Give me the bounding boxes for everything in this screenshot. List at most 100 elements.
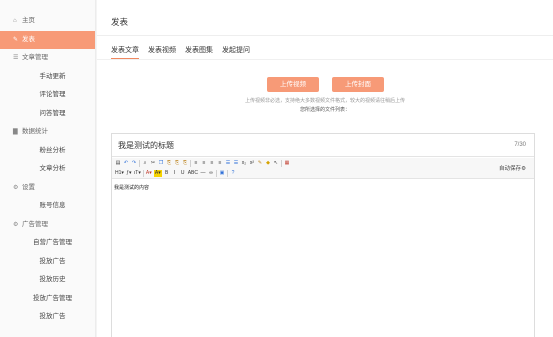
editor-content[interactable]: 我是测试的内容 xyxy=(114,184,149,191)
sidebar-item-publish[interactable]: ✎ 发表 xyxy=(0,30,95,49)
strikethrough-icon[interactable]: ABC xyxy=(188,170,198,177)
sidebar-item-label: 自营广告管理 xyxy=(33,239,72,246)
sidebar-item-label: 问答管理 xyxy=(39,109,66,117)
publish-tabs: 发表文章 发表视频 发表图集 发起提问 xyxy=(111,45,259,59)
toolbar-separator xyxy=(139,160,140,167)
article-editor: 我是测试的标题 7/30 ▤ ↶ ↷ ⌕ ✂ ❐ ⎘ ⎘ ⎘ ≡ ≡ ≡ ≡ ☰ ☰ x₂ x² ✎ ◆ ↖ ▦ H1▾… xyxy=(111,133,535,337)
font-family-icon[interactable]: ƒ▾ xyxy=(126,170,132,177)
file-list-label: 您所选择的文件列表： xyxy=(299,107,350,113)
cut-icon[interactable]: ✂ xyxy=(150,160,156,167)
sidebar-item-label: 投放广告管理 xyxy=(33,294,72,302)
sidebar-item-label: 主页 xyxy=(22,17,35,24)
image-icon[interactable]: ▣ xyxy=(219,170,225,177)
sidebar-item-fans-analysis[interactable]: 粉丝分析 xyxy=(0,142,95,161)
horizontal-rule-icon[interactable]: ― xyxy=(200,170,206,177)
help-icon[interactable]: ? xyxy=(230,170,236,177)
gear-icon: ⚙ xyxy=(13,221,19,228)
sidebar-item-label: 投放广告 xyxy=(39,313,66,320)
main-panel: 发表 发表文章 发表视频 发表图集 发起提问 上传视频 上传封面 上传视频非必选，支持… xyxy=(97,0,553,337)
copy-icon[interactable]: ❐ xyxy=(158,160,164,167)
table-icon[interactable]: ▦ xyxy=(284,160,290,167)
upload-video-button[interactable]: 上传视频 xyxy=(267,77,319,92)
select-all-icon[interactable]: ↖ xyxy=(273,160,279,167)
title-input[interactable]: 我是测试的标题 xyxy=(118,140,174,151)
toolbar-row-1: ▤ ↶ ↷ ⌕ ✂ ❐ ⎘ ⎘ ⎘ ≡ ≡ ≡ ≡ ☰ ☰ x₂ x² ✎ ◆ ↖ ▦ xyxy=(115,159,292,168)
sidebar-item-label: 广告管理 xyxy=(22,220,48,228)
source-code-icon[interactable]: ▤ xyxy=(115,160,121,167)
highlight-icon[interactable]: A▾ xyxy=(153,170,162,177)
sidebar-item-label: 投放历史 xyxy=(39,276,66,283)
superscript-icon[interactable]: x² xyxy=(249,160,255,167)
paste-text-icon[interactable]: ⎘ xyxy=(174,160,180,167)
document-icon: ☰ xyxy=(13,55,19,61)
sidebar-item-qa-mgmt[interactable]: 问答管理 xyxy=(0,105,95,124)
toolbar-separator xyxy=(227,170,228,177)
bold-icon[interactable]: B xyxy=(164,170,170,177)
unordered-list-icon[interactable]: ☰ xyxy=(233,160,239,167)
sidebar-item-label: 粉丝分析 xyxy=(39,146,66,154)
sidebar-item-label: 发表 xyxy=(22,35,35,43)
font-color-icon[interactable]: A▾ xyxy=(146,170,152,177)
upload-cover-button[interactable]: 上传封面 xyxy=(332,77,384,92)
toolbar-row-2: H1▾ ƒ▾ ıT▾ A▾ A▾ B I U ABC ― ∞ ▣? xyxy=(115,169,238,178)
heading-icon[interactable]: H1▾ xyxy=(115,170,124,177)
autosave-toggle[interactable]: 自动保存⚙ xyxy=(499,164,526,172)
align-left-icon[interactable]: ≡ xyxy=(193,160,199,167)
italic-icon[interactable]: I xyxy=(172,170,178,177)
align-center-icon[interactable]: ≡ xyxy=(201,160,207,167)
tabs-divider xyxy=(97,59,553,60)
sidebar-item-label: 数据统计 xyxy=(22,128,48,135)
align-right-icon[interactable]: ≡ xyxy=(209,160,215,167)
tab-publish-gallery[interactable]: 发表图集 xyxy=(185,45,213,59)
sidebar-item-own-ad-mgmt[interactable]: 自营广告管理 xyxy=(0,234,95,253)
sidebar-item-settings[interactable]: ⚙ 设置 xyxy=(0,179,95,198)
upload-hint: 上传视频非必选，支持绝大多数视频文件格式，较大的视频请往稍后上传 xyxy=(244,98,405,104)
font-size-icon[interactable]: ıT▾ xyxy=(134,170,141,177)
sidebar-item-account-info[interactable]: 账号信息 xyxy=(0,197,95,216)
sidebar-item-placed-ad-mgmt[interactable]: 投放广告管理 xyxy=(0,290,95,309)
toolbar-separator xyxy=(281,160,282,167)
sidebar-item-place-ad-2[interactable]: 投放广告 xyxy=(0,308,95,327)
sidebar-item-comment-mgmt[interactable]: 评论管理 xyxy=(0,86,95,105)
tab-ask-question[interactable]: 发起提问 xyxy=(222,45,250,59)
sidebar-item-label: 账号信息 xyxy=(39,202,66,209)
eraser-icon[interactable]: ◆ xyxy=(265,160,271,167)
tab-publish-video[interactable]: 发表视频 xyxy=(148,45,176,59)
find-icon[interactable]: ⌕ xyxy=(142,160,148,167)
subscript-icon[interactable]: x₂ xyxy=(241,160,247,167)
sidebar-item-statistics[interactable]: ▇ 数据统计 xyxy=(0,123,95,142)
sidebar: ⌂ 主页 ✎ 发表 ☰ 文章管理 手动更新 评论管理 问答管理 ▇ 数据统计 粉丝分析 文章分析 ⚙ 设置账… xyxy=(0,0,96,337)
toolbar-separator xyxy=(216,170,217,177)
sidebar-item-home[interactable]: ⌂ 主页 xyxy=(0,12,95,31)
paste-icon[interactable]: ⎘ xyxy=(166,160,172,167)
sidebar-item-article-mgmt[interactable]: ☰ 文章管理 xyxy=(0,49,95,68)
autosave-label: 自动保存 xyxy=(499,166,522,172)
autosave-gear-icon: ⚙ xyxy=(521,166,526,172)
undo-icon[interactable]: ↶ xyxy=(123,160,129,167)
tab-publish-article[interactable]: 发表文章 xyxy=(111,45,139,59)
ordered-list-icon[interactable]: ☰ xyxy=(225,160,231,167)
underline-icon[interactable]: U xyxy=(180,170,186,177)
brush-icon[interactable]: ✎ xyxy=(257,160,263,167)
sidebar-item-place-ad[interactable]: 投放广告 xyxy=(0,253,95,272)
sidebar-item-label: 评论管理 xyxy=(39,91,66,98)
sidebar-item-place-history[interactable]: 投放历史 xyxy=(0,271,95,290)
app-root: ⌂ 主页 ✎ 发表 ☰ 文章管理 手动更新 评论管理 问答管理 ▇ 数据统计 粉丝分析 文章分析 ⚙ 设置账… xyxy=(0,0,553,337)
sidebar-item-manual-update[interactable]: 手动更新 xyxy=(0,68,95,87)
redo-icon[interactable]: ↷ xyxy=(131,160,137,167)
edit-icon: ✎ xyxy=(13,36,19,43)
toolbar-separator xyxy=(142,170,144,177)
link-icon[interactable]: ∞ xyxy=(208,170,214,177)
toolbar-separator xyxy=(190,160,191,167)
home-icon: ⌂ xyxy=(13,18,17,24)
bar-chart-icon: ▇ xyxy=(13,129,18,135)
sidebar-item-label: 投放广告 xyxy=(39,257,66,265)
sidebar-item-label: 手动更新 xyxy=(39,72,66,80)
align-justify-icon[interactable]: ≡ xyxy=(217,160,223,167)
sidebar-item-label: 文章管理 xyxy=(22,54,48,61)
sidebar-item-article-analysis[interactable]: 文章分析 xyxy=(0,160,95,179)
sidebar-item-ad-mgmt[interactable]: ⚙ 广告管理 xyxy=(0,216,95,235)
title-row: 我是测试的标题 7/30 xyxy=(112,134,534,157)
title-char-count: 7/30 xyxy=(514,142,526,148)
paste-word-icon[interactable]: ⎘ xyxy=(182,160,188,167)
